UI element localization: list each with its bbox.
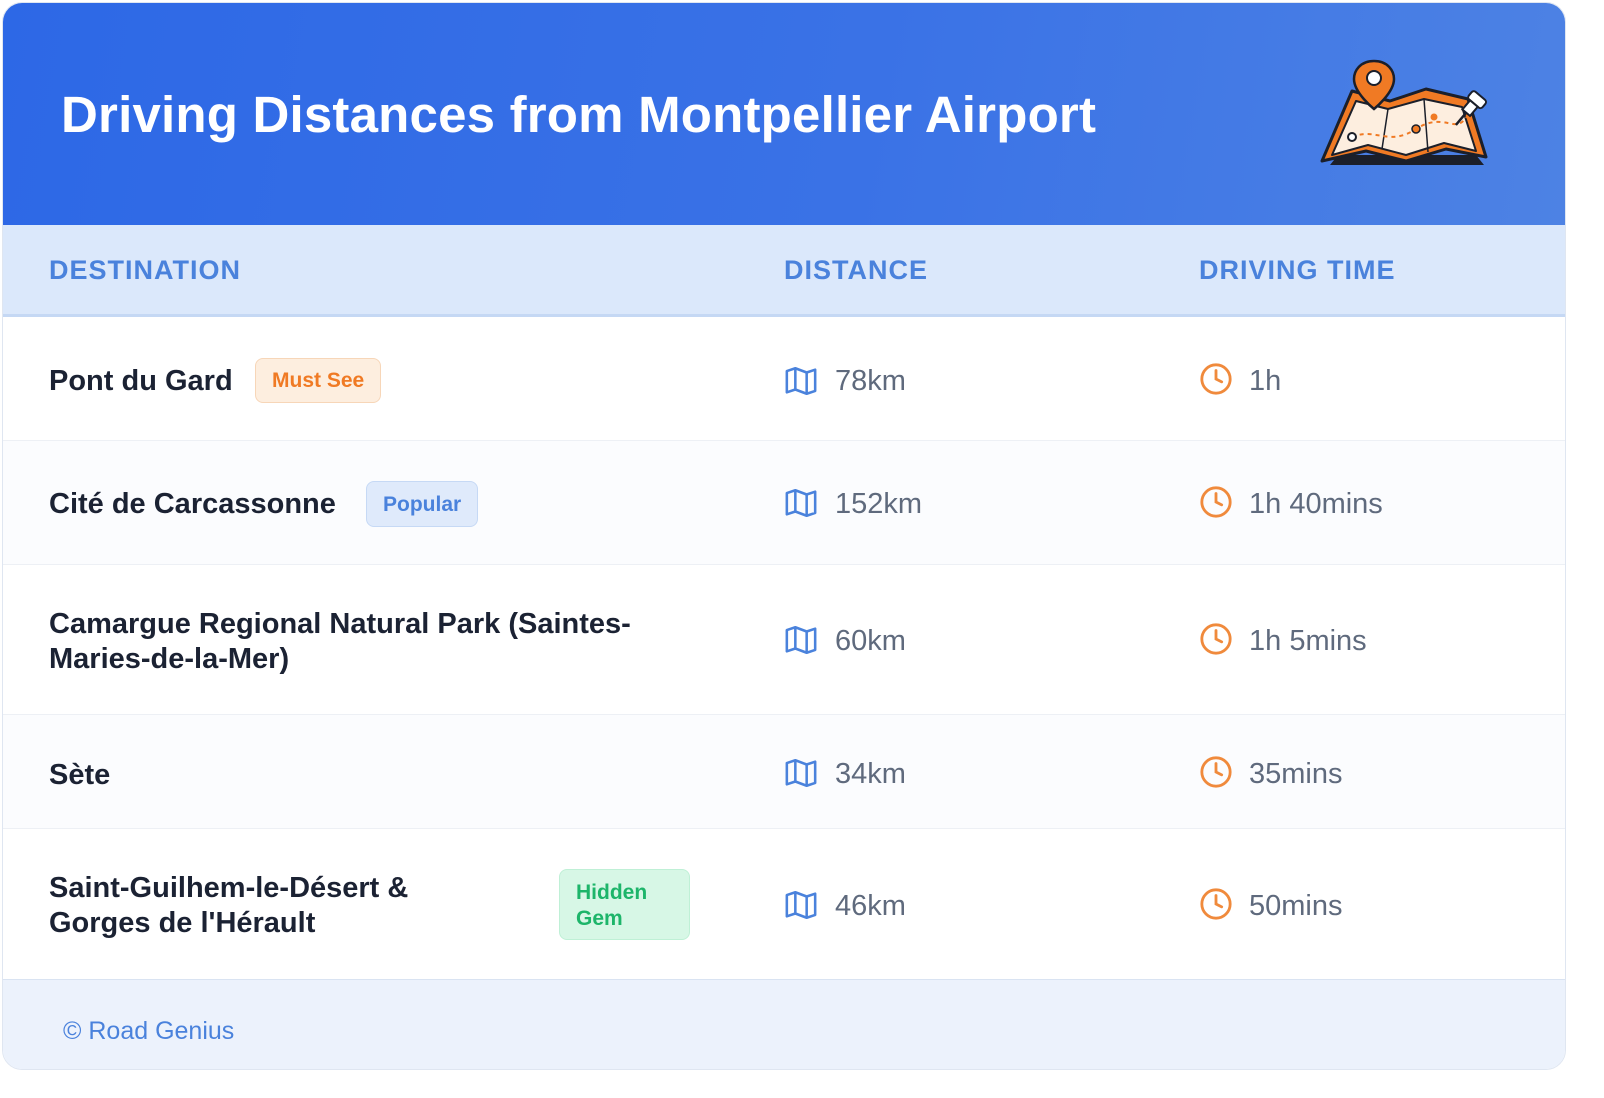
map-icon [785,366,817,396]
driving-time-value: 50mins [1249,890,1343,922]
driving-time-value: 1h 5mins [1249,625,1367,657]
table-row: Sète 34km 35mins [3,715,1565,829]
clock-icon [1200,756,1232,788]
distance-value: 78km [835,365,906,397]
clock-icon [1200,363,1232,395]
footer: © Road Genius [3,979,1565,1069]
map-icon [785,488,817,518]
destination-name: Pont du Gard [49,365,233,397]
distance-value: 46km [835,890,906,922]
destination-name-line2: Maries-de-la-Mer) [49,643,290,675]
popular-badge: Popular [366,481,479,527]
driving-time-value: 35mins [1249,758,1343,790]
driving-time-value: 1h 40mins [1249,488,1383,520]
column-header-driving-time: DRIVING TIME [1199,255,1396,285]
distance-value: 152km [835,488,923,520]
table-row: Camargue Regional Natural Park (Saintes-… [3,565,1565,715]
table-row: Saint-Guilhem-le-Désert & Gorges de l'Hé… [3,829,1565,979]
table-header: DESTINATION DISTANCE DRIVING TIME [3,225,1565,317]
clock-icon [1200,486,1232,518]
clock-icon [1200,623,1232,655]
destination-name: Saint-Guilhem-le-Désert & Gorges de l'Hé… [49,871,408,941]
distance-value: 34km [835,758,906,790]
map-icon [785,758,817,788]
destination-name-line1: Camargue Regional Natural Park (Saintes- [49,608,631,640]
column-header-distance: DISTANCE [784,255,929,285]
table-row: Pont du Gard Must See 78km 1h [3,317,1565,441]
column-header-destination: DESTINATION [49,255,241,285]
clock-icon [1200,888,1232,920]
folded-map-with-pins-icon [1320,59,1488,165]
table-row: Cité de Carcassonne Popular 152km 1h 40m… [3,441,1565,565]
distance-value: 60km [835,625,906,657]
header-banner: Driving Distances from Montpellier Airpo… [3,3,1565,225]
copyright-text: © Road Genius [63,1017,235,1045]
distance-table-card: Driving Distances from Montpellier Airpo… [2,2,1566,1070]
map-icon [785,625,817,655]
must-see-badge: Must See [255,358,382,403]
map-icon [785,890,817,920]
hidden-gem-badge: Hidden Gem [559,869,690,940]
driving-time-value: 1h [1249,365,1282,397]
destination-name: Camargue Regional Natural Park (Saintes-… [49,607,631,677]
destination-name: Cité de Carcassonne [49,488,336,520]
destination-name-line2: Gorges de l'Hérault [49,907,316,939]
destination-name-line1: Saint-Guilhem-le-Désert & [49,872,409,904]
destination-name: Sète [49,759,111,791]
page-title: Driving Distances from Montpellier Airpo… [61,86,1097,143]
